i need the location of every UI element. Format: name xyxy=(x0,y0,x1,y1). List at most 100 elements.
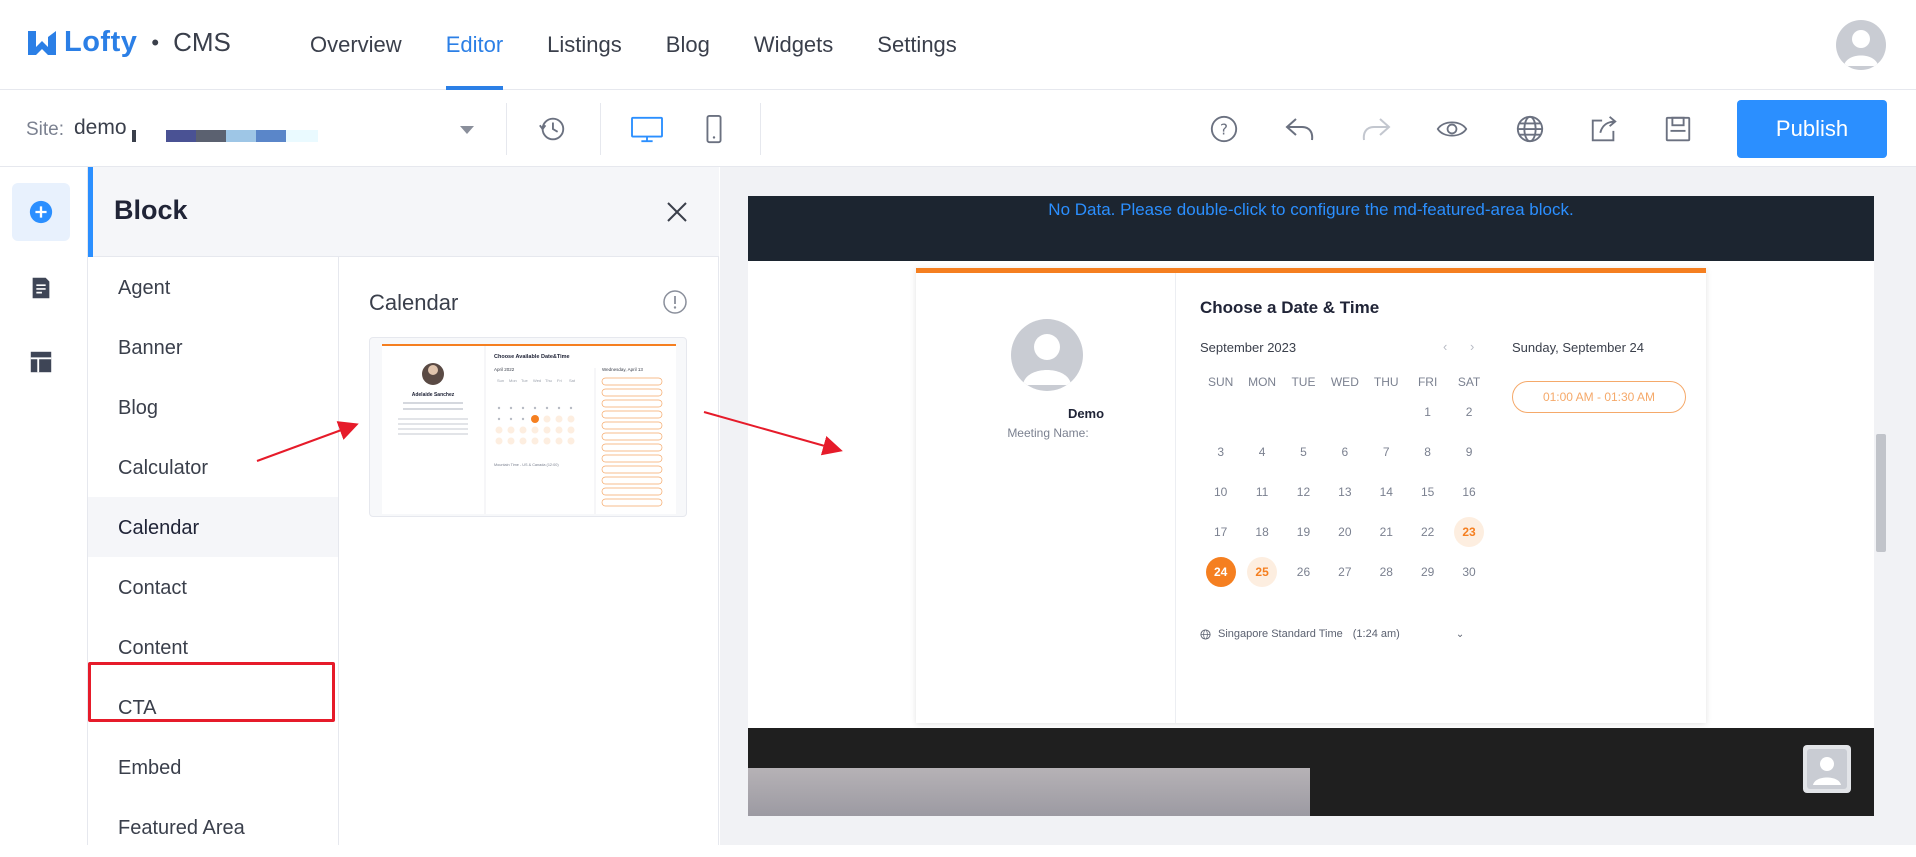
publish-button[interactable]: Publish xyxy=(1737,100,1887,158)
calendar-day: 9 xyxy=(1465,445,1473,459)
history-icon[interactable] xyxy=(536,113,568,145)
category-featured-area[interactable]: Featured Area xyxy=(88,797,338,857)
svg-text:?: ? xyxy=(1220,121,1228,139)
calendar-block[interactable]: Demo Meeting Name: Choose a Date & Time … xyxy=(916,268,1706,723)
calendar-day[interactable]: 24 xyxy=(1205,557,1236,587)
site-label: Site: xyxy=(26,119,65,140)
calendar-day: 17 xyxy=(1214,525,1228,539)
calendar-day: 12 xyxy=(1296,485,1311,499)
category-contact[interactable]: Contact xyxy=(88,557,338,617)
category-calendar[interactable]: Calendar xyxy=(88,497,338,557)
annotation-highlight-box xyxy=(88,662,335,722)
toolbar-divider xyxy=(600,103,601,155)
calendar-day: 3 xyxy=(1217,445,1225,459)
calendar-day-cell: 19 xyxy=(1283,515,1324,555)
nav-tab-blog[interactable]: Blog xyxy=(644,0,732,90)
save-icon[interactable] xyxy=(1662,113,1694,145)
rail-add-block[interactable] xyxy=(12,183,70,241)
calendar-day-cell xyxy=(1324,395,1365,435)
calendar-day-cell: 21 xyxy=(1366,515,1407,555)
thumb-heading: Choose Available Date&Time xyxy=(494,354,570,360)
help-icon[interactable]: ? xyxy=(1208,113,1240,145)
calendar-day[interactable]: 25 xyxy=(1247,557,1278,587)
nav-tab-widgets[interactable]: Widgets xyxy=(732,0,855,90)
preview-icon[interactable] xyxy=(1436,113,1468,145)
user-avatar[interactable] xyxy=(1836,20,1886,70)
calendar-day-cell: 22 xyxy=(1407,515,1448,555)
calendar-day-cell: 10 xyxy=(1200,475,1241,515)
calendar-week-row: 12 xyxy=(1200,395,1490,435)
calendar-day: 28 xyxy=(1379,565,1393,579)
calendar-day: 27 xyxy=(1338,565,1352,579)
site-dropdown-caret-icon[interactable] xyxy=(460,126,474,134)
desktop-icon[interactable] xyxy=(629,113,665,145)
category-embed[interactable]: Embed xyxy=(88,737,338,797)
calendar-week-row: 3 4 5 6 7 8 9 xyxy=(1200,435,1490,475)
block-panel-title: Block xyxy=(114,195,188,225)
category-banner[interactable]: Banner xyxy=(88,317,338,377)
calendar-day: 26 xyxy=(1296,565,1311,579)
calendar-day-cell: 30 xyxy=(1448,555,1489,595)
globe-icon[interactable] xyxy=(1514,113,1546,145)
block-preview-title: Calendar xyxy=(369,290,459,315)
calendar-day-cell: 7 xyxy=(1366,435,1407,475)
calendar-day: 5 xyxy=(1300,445,1307,459)
canvas-scrollbar[interactable] xyxy=(1874,196,1888,816)
calendar-block-thumbnail[interactable]: Adelaide Sanchez Choose Available Date&T… xyxy=(369,337,687,517)
redo-icon[interactable] xyxy=(1360,113,1392,145)
calendar-day-cell: 17 xyxy=(1200,515,1241,555)
weekday-label: TUE xyxy=(1291,375,1316,389)
calendar-day: 7 xyxy=(1382,445,1390,459)
calendar-day-cell xyxy=(1241,395,1282,435)
agent-avatar xyxy=(1011,319,1083,391)
calendar-day-cell xyxy=(1283,395,1324,435)
calendar-day-cell: 1 xyxy=(1407,395,1448,435)
page-preview-canvas[interactable]: No Data. Please double-click to configur… xyxy=(748,196,1874,816)
calendar-title: Choose a Date & Time xyxy=(1200,298,1380,317)
calendar-thumbnail-illustration: Adelaide Sanchez Choose Available Date&T… xyxy=(382,344,676,514)
close-icon[interactable] xyxy=(662,197,692,227)
nav-tab-listings[interactable]: Listings xyxy=(525,0,644,90)
calendar-day: 11 xyxy=(1255,485,1269,499)
category-blog[interactable]: Blog xyxy=(88,377,338,437)
scroll-thumb[interactable] xyxy=(1876,434,1886,552)
timezone-label: Singapore Standard Time xyxy=(1218,628,1343,640)
info-icon[interactable] xyxy=(662,289,688,315)
calendar-day: 8 xyxy=(1424,445,1431,459)
svg-text:Tue: Tue xyxy=(521,378,529,383)
rail-pages[interactable] xyxy=(12,259,70,317)
next-month-icon[interactable]: › xyxy=(1470,339,1474,354)
calendar-day: 4 xyxy=(1258,445,1266,459)
category-calculator[interactable]: Calculator xyxy=(88,437,338,497)
calendar-day: 18 xyxy=(1255,525,1269,539)
timezone-selector[interactable]: Singapore Standard Time (1:24 am) ⌄ xyxy=(1200,628,1464,640)
time-slot-button[interactable]: 01:00 AM - 01:30 AM xyxy=(1512,381,1686,413)
weekday-label: SUN xyxy=(1208,375,1234,389)
site-selector[interactable]: demo xyxy=(74,116,127,140)
selected-date-heading: Sunday, September 24 xyxy=(1512,340,1645,355)
nav-tab-editor[interactable]: Editor xyxy=(424,0,525,90)
svg-text:Wed: Wed xyxy=(533,378,541,383)
calendar-week-row: 17 18 19 20 21 22 23 xyxy=(1200,515,1490,555)
svg-text:Mon: Mon xyxy=(509,378,517,383)
rail-layout[interactable] xyxy=(12,333,70,391)
nav-tab-overview[interactable]: Overview xyxy=(288,0,424,90)
calendar-day-cell: 11 xyxy=(1241,475,1282,515)
prev-month-icon[interactable]: ‹ xyxy=(1443,339,1447,354)
add-block-icon xyxy=(29,200,53,224)
user-icon xyxy=(1807,749,1847,789)
logo[interactable]: Lofty • CMS xyxy=(26,26,231,59)
calendar-day[interactable]: 23 xyxy=(1454,517,1485,547)
page-icon xyxy=(32,277,50,299)
nav-tab-settings[interactable]: Settings xyxy=(855,0,979,90)
chat-avatar[interactable] xyxy=(1803,745,1851,793)
mobile-icon[interactable] xyxy=(698,113,730,145)
category-agent[interactable]: Agent xyxy=(88,257,338,317)
thumb-agent-name: Adelaide Sanchez xyxy=(412,392,455,398)
svg-text:Fri: Fri xyxy=(557,378,562,383)
featured-area-block[interactable]: No Data. Please double-click to configur… xyxy=(748,196,1874,261)
undo-icon[interactable] xyxy=(1284,113,1316,145)
calendar-day-cell: 18 xyxy=(1241,515,1282,555)
export-icon[interactable] xyxy=(1588,113,1620,145)
calendar-day: 19 xyxy=(1296,525,1311,539)
